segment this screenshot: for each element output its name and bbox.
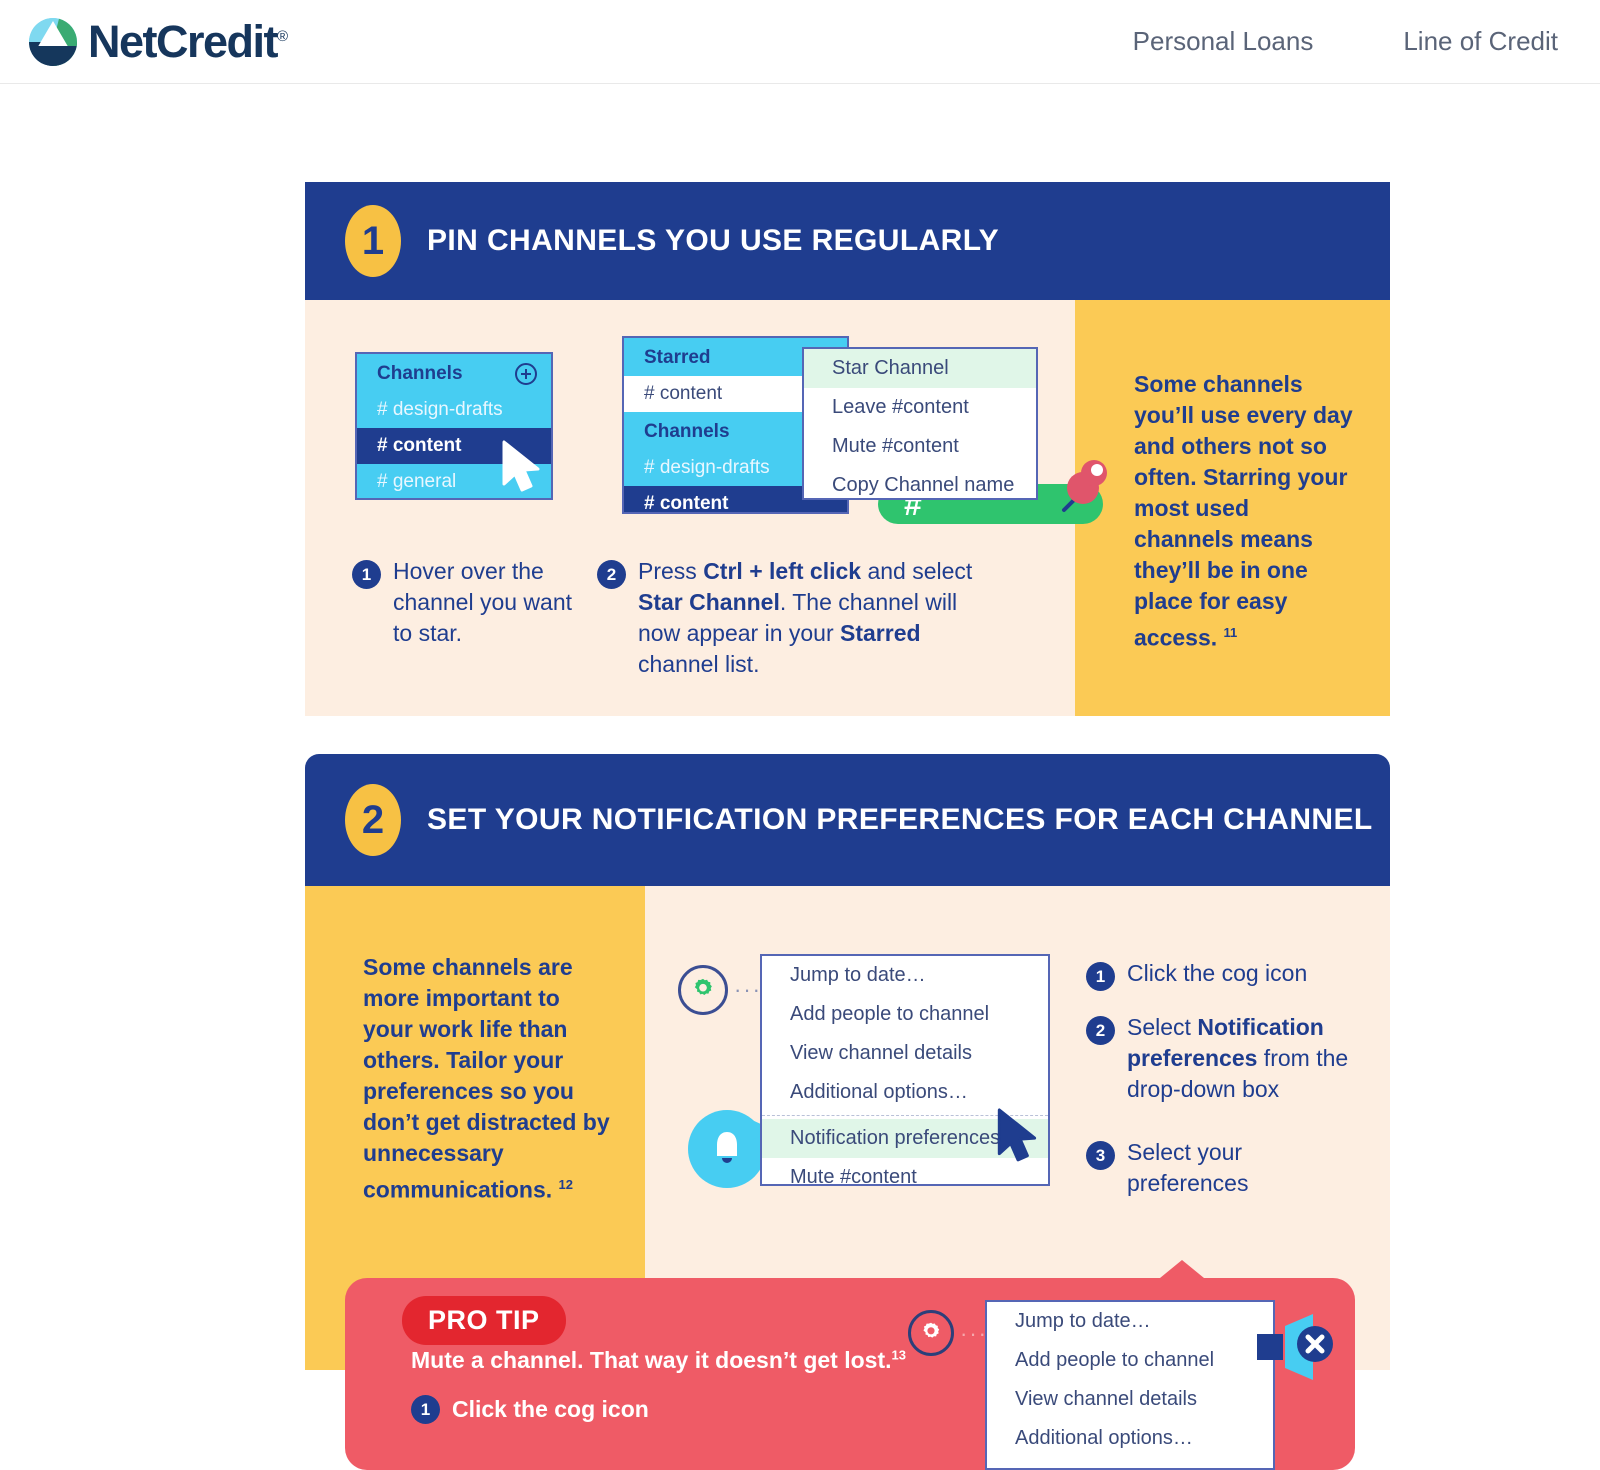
channel-row-design-drafts[interactable]: # design-drafts xyxy=(357,392,551,428)
protip-notch xyxy=(1160,1260,1204,1278)
top-navigation-bar: NetCredit® Personal Loans Line of Credit xyxy=(0,0,1600,84)
netcredit-logo-icon xyxy=(28,17,78,67)
protip-tagline-ref: 13 xyxy=(891,1347,906,1363)
section-1-side-note-ref: 11 xyxy=(1223,625,1238,640)
gear-icon xyxy=(694,978,712,996)
step-number: 2 xyxy=(597,560,626,589)
context-menu-item-star-channel[interactable]: Star Channel xyxy=(804,349,1036,388)
section-2-step-1: 1 Click the cog icon xyxy=(1086,958,1356,993)
menu-item-jump-to-date[interactable]: Jump to date… xyxy=(762,956,1048,995)
protip-menu-item-jump-to-date[interactable]: Jump to date… xyxy=(987,1302,1273,1341)
menu-item-add-people-to-channel[interactable]: Add people to channel xyxy=(762,995,1048,1034)
channels-panel-header-label: Channels xyxy=(377,363,463,384)
section-2-side-note: Some channels are more important to your… xyxy=(363,952,615,1206)
step-number: 2 xyxy=(1086,1016,1115,1045)
protip-badge: PRO TIP xyxy=(402,1296,566,1345)
add-channel-plus-circle-icon[interactable] xyxy=(515,363,537,385)
nav-link-line-of-credit[interactable]: Line of Credit xyxy=(1403,26,1558,57)
protip-menu-item-add-people-to-channel[interactable]: Add people to channel xyxy=(987,1341,1273,1380)
section-1-title: PIN CHANNELS YOU USE REGULARLY xyxy=(427,224,1000,257)
section-1-header: 1 PIN CHANNELS YOU USE REGULARLY xyxy=(305,182,1390,300)
gear-icon-button[interactable] xyxy=(678,965,728,1015)
protip-settings-menu: Jump to date… Add people to channel View… xyxy=(985,1300,1275,1470)
step-text: Click the cog icon xyxy=(452,1396,649,1422)
context-menu-item-copy-channel-name[interactable]: Copy Channel name xyxy=(804,466,1036,505)
section-2-side-note-ref: 12 xyxy=(558,1177,574,1192)
brand-logo[interactable]: NetCredit® xyxy=(28,15,288,68)
protip-overflow-dots-icon: ··· xyxy=(960,1321,988,1346)
bell-icon xyxy=(717,1132,737,1163)
nav-link-personal-loans[interactable]: Personal Loans xyxy=(1133,26,1314,57)
mouse-cursor-icon-2 xyxy=(995,1108,1041,1171)
overflow-dots-icon: ··· xyxy=(734,977,762,1002)
section-1-step-2: 2 Press Ctrl + left click and select Sta… xyxy=(597,556,997,682)
section-2-header: 2 SET YOUR NOTIFICATION PREFERENCES FOR … xyxy=(305,754,1390,886)
bell-icon-badge xyxy=(688,1110,774,1188)
section-1-side-note: Some channels you’ll use every day and o… xyxy=(1134,369,1354,654)
step-number: 1 xyxy=(1086,962,1115,991)
channels-panel-header: Channels xyxy=(357,354,551,392)
menu-item-view-channel-details[interactable]: View channel details xyxy=(762,1034,1048,1073)
step-number: 1 xyxy=(411,1395,440,1424)
section-1-number: 1 xyxy=(345,205,401,277)
brand-name: NetCredit® xyxy=(88,15,288,67)
section-2-side-note-text: Some channels are more important to your… xyxy=(363,954,610,1203)
section-1-side-note-text: Some channels you’ll use every day and o… xyxy=(1134,371,1353,651)
step-number: 1 xyxy=(352,560,381,589)
section-2-step-2: 2 Select Notification preferences from t… xyxy=(1086,1012,1366,1107)
step-text: Press Ctrl + left click and select Star … xyxy=(638,558,973,677)
step-number: 3 xyxy=(1086,1141,1115,1170)
protip-tagline-text: Mute a channel. That way it doesn’t get … xyxy=(411,1347,892,1373)
context-menu-item-mute-content[interactable]: Mute #content xyxy=(804,427,1036,466)
context-menu-item-leave-content[interactable]: Leave #content xyxy=(804,388,1036,427)
protip-menu-item-view-channel-details[interactable]: View channel details xyxy=(987,1380,1273,1419)
menu-item-additional-options[interactable]: Additional options… xyxy=(762,1073,1048,1112)
protip-step-1: 1 Click the cog icon xyxy=(411,1394,649,1425)
channel-context-menu: Star Channel Leave #content Mute #conten… xyxy=(802,347,1038,500)
infographic-canvas: 1 PIN CHANNELS YOU USE REGULARLY Channel… xyxy=(0,84,1600,1470)
step-text: Hover over the channel you want to star. xyxy=(393,558,573,646)
step-text: Click the cog icon xyxy=(1127,960,1308,986)
protip-menu-item-additional-options[interactable]: Additional options… xyxy=(987,1419,1273,1458)
pushpin-icon xyxy=(1050,456,1112,516)
registered-mark: ® xyxy=(277,27,288,45)
section-2-step-3: 3 Select your preferences xyxy=(1086,1137,1356,1201)
nav-links: Personal Loans Line of Credit xyxy=(1133,26,1600,57)
section-1-step-1: 1 Hover over the channel you want to sta… xyxy=(352,556,582,651)
step-text: Select your preferences xyxy=(1127,1139,1249,1196)
mouse-cursor-icon-1 xyxy=(500,440,544,501)
step-text: Select Notification preferences from the… xyxy=(1127,1014,1349,1102)
gear-icon xyxy=(923,1322,940,1338)
speaker-mute-icon xyxy=(1255,1312,1343,1387)
section-2-number: 2 xyxy=(345,784,401,856)
section-2-title: SET YOUR NOTIFICATION PREFERENCES FOR EA… xyxy=(427,803,1373,836)
protip-gear-icon-button[interactable] xyxy=(908,1310,954,1356)
